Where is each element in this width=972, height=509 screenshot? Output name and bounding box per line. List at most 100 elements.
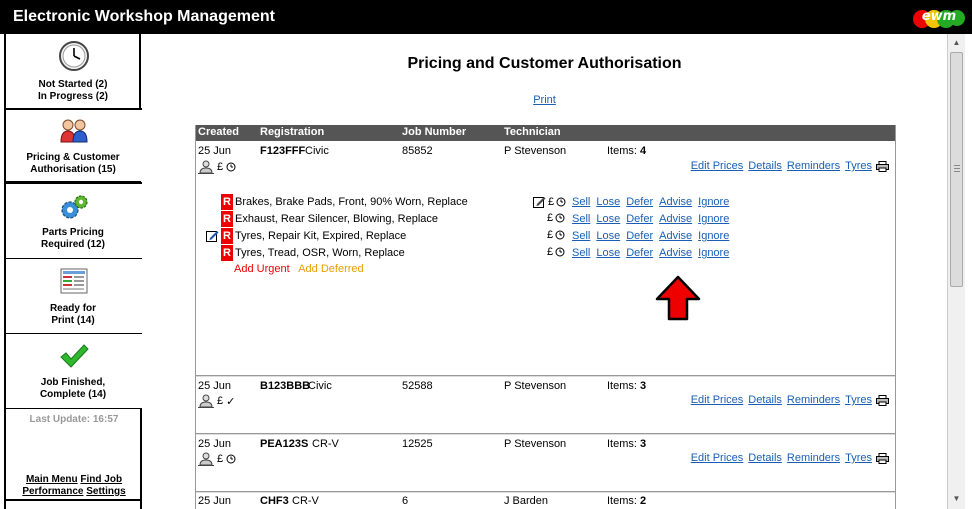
sell-link[interactable]: Sell — [572, 247, 590, 259]
person-icon — [198, 394, 214, 408]
sell-link[interactable]: Sell — [572, 213, 590, 225]
reminders-link[interactable]: Reminders — [787, 394, 840, 406]
sidebar-label-line2: Print (14) — [51, 315, 95, 326]
advise-link[interactable]: Advise — [659, 247, 692, 259]
sidebar-item-job-finished[interactable]: Job Finished, Complete (14) — [6, 334, 142, 408]
scrollbar-thumb[interactable] — [950, 52, 963, 287]
work-item-icons: £ — [547, 229, 565, 241]
printer-icon[interactable] — [876, 160, 889, 172]
job-registration: F123FFF — [260, 145, 306, 157]
scroll-down-arrow-icon[interactable]: ▼ — [950, 492, 963, 505]
person-icon — [198, 452, 214, 466]
sell-link[interactable]: Sell — [572, 196, 590, 208]
lose-link[interactable]: Lose — [596, 213, 620, 225]
work-item-actions: Sell Lose Defer Advise Ignore — [572, 247, 729, 259]
tyres-link[interactable]: Tyres — [845, 160, 872, 172]
ignore-link[interactable]: Ignore — [698, 247, 729, 259]
clock-small-icon[interactable] — [555, 213, 565, 223]
pound-icon[interactable]: £ — [217, 161, 223, 173]
job-number: 85852 — [402, 145, 433, 157]
work-item-row[interactable]: R Tyres, Tread, OSR, Worn, Replace £ Sel… — [221, 245, 891, 262]
job-row[interactable]: 25 Jun CHF3 CR-V 6 J Barden Items: 2 — [196, 494, 895, 509]
ignore-link[interactable]: Ignore — [698, 213, 729, 225]
print-link[interactable]: Print — [533, 94, 556, 106]
tyres-link[interactable]: Tyres — [845, 452, 872, 464]
ignore-link[interactable]: Ignore — [698, 230, 729, 242]
find-job-link[interactable]: Find Job — [80, 474, 122, 485]
add-urgent-link[interactable]: Add Urgent — [234, 263, 290, 275]
ignore-link[interactable]: Ignore — [698, 196, 729, 208]
performance-link[interactable]: Performance — [22, 486, 83, 497]
sell-link[interactable]: Sell — [572, 230, 590, 242]
edit-note-icon[interactable] — [206, 229, 219, 242]
job-row[interactable]: 25 Jun PEA123S CR-V 12525 P Stevenson It… — [196, 436, 895, 491]
details-link[interactable]: Details — [748, 452, 782, 464]
column-header: Created — [198, 126, 239, 138]
ewm-logo: ewm — [913, 9, 965, 28]
pound-icon[interactable]: £ — [547, 212, 553, 224]
work-item-row[interactable]: R Brakes, Brake Pads, Front, 90% Worn, R… — [221, 194, 891, 211]
edit-prices-link[interactable]: Edit Prices — [691, 452, 744, 464]
logo-text: ewm — [922, 9, 956, 24]
pound-icon[interactable]: £ — [548, 196, 554, 208]
tyres-link[interactable]: Tyres — [845, 394, 872, 406]
sidebar-item-ready-for-print[interactable]: Ready for Print (14) — [6, 259, 142, 333]
pound-icon[interactable]: £ — [547, 229, 553, 241]
edit-prices-link[interactable]: Edit Prices — [691, 394, 744, 406]
work-item-actions: Sell Lose Defer Advise Ignore — [572, 230, 729, 242]
reminders-link[interactable]: Reminders — [787, 160, 840, 172]
defer-link[interactable]: Defer — [626, 247, 653, 259]
add-deferred-link[interactable]: Add Deferred — [298, 263, 363, 275]
details-link[interactable]: Details — [748, 394, 782, 406]
document-icon — [60, 268, 88, 294]
work-item-icons: £ — [547, 212, 565, 224]
lose-link[interactable]: Lose — [596, 230, 620, 242]
main-menu-link[interactable]: Main Menu — [26, 474, 78, 485]
job-created: 25 Jun — [198, 438, 232, 450]
vertical-scrollbar[interactable]: ▲ ▼ — [947, 34, 965, 509]
defer-link[interactable]: Defer — [626, 196, 653, 208]
column-header: Job Number — [402, 126, 467, 138]
pound-icon[interactable]: £ — [547, 246, 553, 258]
recommended-badge: R — [221, 245, 233, 261]
clock-small-icon[interactable] — [556, 197, 566, 207]
job-row[interactable]: 25 Jun F123FFF Civic 85852 P Stevenson I… — [196, 143, 895, 375]
printer-icon[interactable] — [876, 452, 889, 464]
reminders-link[interactable]: Reminders — [787, 452, 840, 464]
defer-link[interactable]: Defer — [626, 213, 653, 225]
work-item-row[interactable]: R Tyres, Repair Kit, Expired, Replace £ … — [206, 228, 891, 245]
job-created: 25 Jun — [198, 495, 232, 507]
lose-link[interactable]: Lose — [596, 196, 620, 208]
details-link[interactable]: Details — [748, 160, 782, 172]
work-item-description: Brakes, Brake Pads, Front, 90% Worn, Rep… — [235, 196, 468, 208]
advise-link[interactable]: Advise — [659, 230, 692, 242]
job-registration: B123BBB — [260, 380, 311, 392]
title-bar: Electronic Workshop Management ewm — [0, 0, 972, 34]
job-links: Edit Prices Details Reminders Tyres — [690, 452, 889, 464]
pound-icon[interactable]: £ — [217, 395, 223, 407]
scroll-up-arrow-icon[interactable]: ▲ — [950, 36, 963, 49]
lose-link[interactable]: Lose — [596, 247, 620, 259]
job-row[interactable]: 25 Jun B123BBB Civic 52588 P Stevenson I… — [196, 378, 895, 433]
sidebar-divider — [6, 408, 142, 409]
clock-small-icon[interactable] — [555, 230, 565, 240]
defer-link[interactable]: Defer — [626, 230, 653, 242]
sidebar-label-line1: Job Finished, — [40, 377, 106, 388]
sidebar-item-parts-pricing[interactable]: Parts Pricing Required (12) — [6, 184, 142, 258]
edit-prices-link[interactable]: Edit Prices — [691, 160, 744, 172]
settings-link[interactable]: Settings — [86, 486, 125, 497]
clock-small-icon[interactable] — [226, 162, 236, 172]
printer-icon[interactable] — [876, 394, 889, 406]
work-item-actions: Sell Lose Defer Advise Ignore — [572, 213, 729, 225]
advise-link[interactable]: Advise — [659, 196, 692, 208]
sidebar-links: Main Menu Find Job Performance Settings — [6, 474, 142, 498]
work-item-description: Exhaust, Rear Silencer, Blowing, Replace — [235, 213, 438, 225]
clock-small-icon[interactable] — [226, 454, 236, 464]
pound-icon[interactable]: £ — [217, 453, 223, 465]
clock-small-icon[interactable] — [555, 247, 565, 257]
edit-note-icon[interactable] — [533, 195, 546, 208]
advise-link[interactable]: Advise — [659, 213, 692, 225]
work-item-row[interactable]: R Exhaust, Rear Silencer, Blowing, Repla… — [221, 211, 891, 228]
sidebar-label-line2: Complete (14) — [39, 389, 107, 400]
job-status-icons: £ — [198, 452, 236, 466]
